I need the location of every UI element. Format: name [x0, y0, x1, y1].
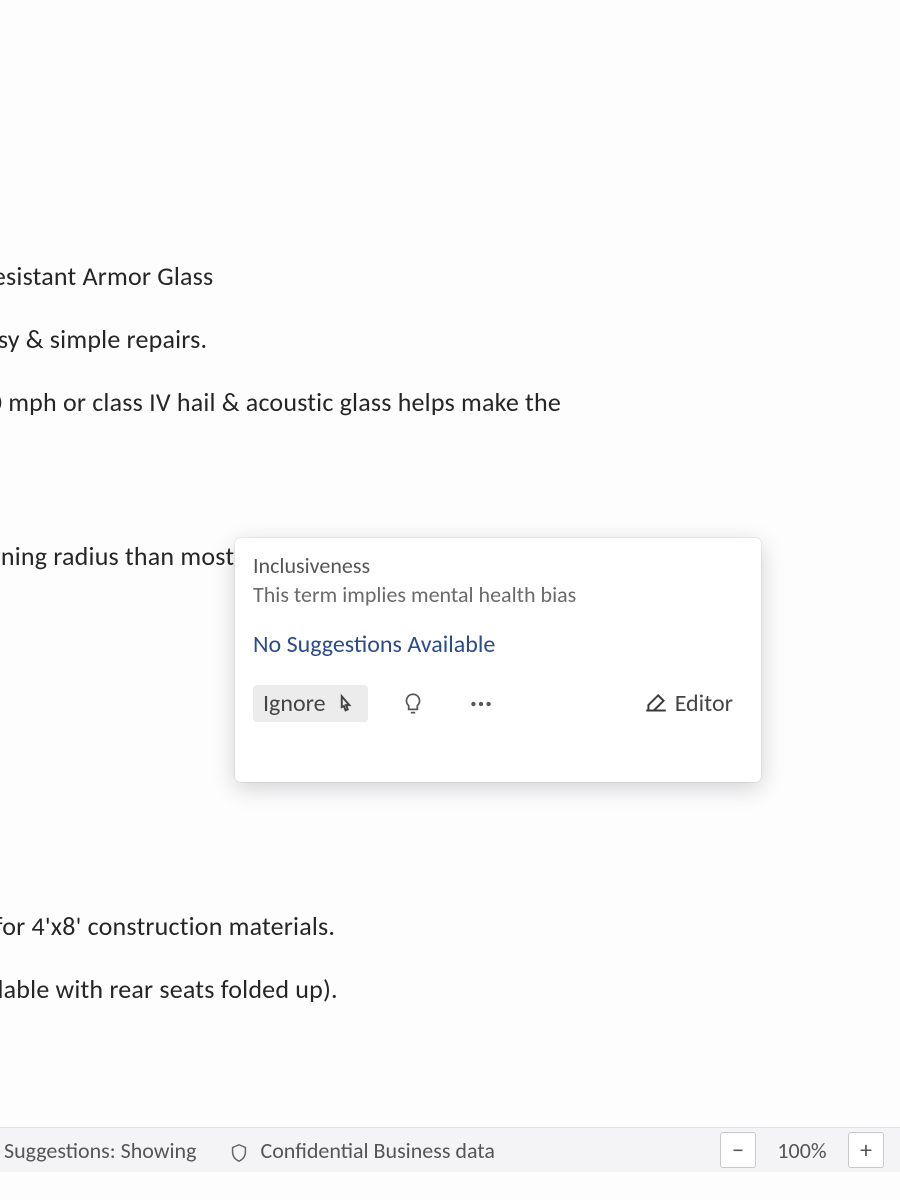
paragraph: 00 lbs max payload.: [0, 63, 880, 98]
paragraph: otor): [0, 126, 880, 161]
paragraph: g-term corrosion. Easy & simple repairs.: [0, 322, 880, 357]
zoom-value[interactable]: 100%: [766, 1137, 838, 1164]
paragraph: ditional 54 cu ft available with rear se…: [0, 972, 880, 1007]
document-page: er than a sports car 00 lbs max payload.…: [0, 0, 900, 1200]
paragraph: skeleton & shatter-resistant Armor Glass: [0, 259, 880, 294]
paragraph: ner & is big enough for 4'x8' constructi…: [0, 909, 880, 944]
ignore-button[interactable]: Ignore: [253, 685, 368, 722]
ignore-label: Ignore: [263, 689, 326, 718]
cursor-pointer-icon: [332, 693, 358, 719]
editor-button[interactable]: Editor: [633, 685, 743, 722]
sensitivity-label[interactable]: Confidential Business data: [260, 1137, 494, 1164]
lightbulb-icon: [400, 691, 426, 717]
paragraph: enough to walk on!: [0, 1035, 880, 1070]
zoom-in-button[interactable]: +: [848, 1132, 884, 1168]
zoom-out-button[interactable]: −: [720, 1132, 756, 1168]
suggestion-message: This term implies mental health bias: [253, 581, 743, 608]
no-suggestions-text: No Suggestions Available: [253, 630, 743, 659]
editor-suggestion-popup: Inclusiveness This term implies mental h…: [235, 538, 761, 782]
lightbulb-button[interactable]: [390, 687, 436, 721]
sensitivity-icon: [228, 1142, 250, 1164]
suggestion-category: Inclusiveness: [253, 552, 743, 579]
more-button[interactable]: [458, 687, 504, 721]
editor-pen-icon: [643, 691, 669, 717]
paragraph: er than a sports car: [0, 0, 880, 35]
editor-label: Editor: [675, 689, 733, 718]
editor-suggestions-status[interactable]: ditor Suggestions: Showing: [0, 1137, 196, 1164]
paragraph: ct of a baseball at 70 mph or class IV h…: [0, 385, 880, 420]
status-bar: ditor Suggestions: Showing Confidential …: [0, 1127, 900, 1172]
more-icon: [468, 691, 494, 717]
popup-action-row: Ignore: [253, 685, 743, 722]
